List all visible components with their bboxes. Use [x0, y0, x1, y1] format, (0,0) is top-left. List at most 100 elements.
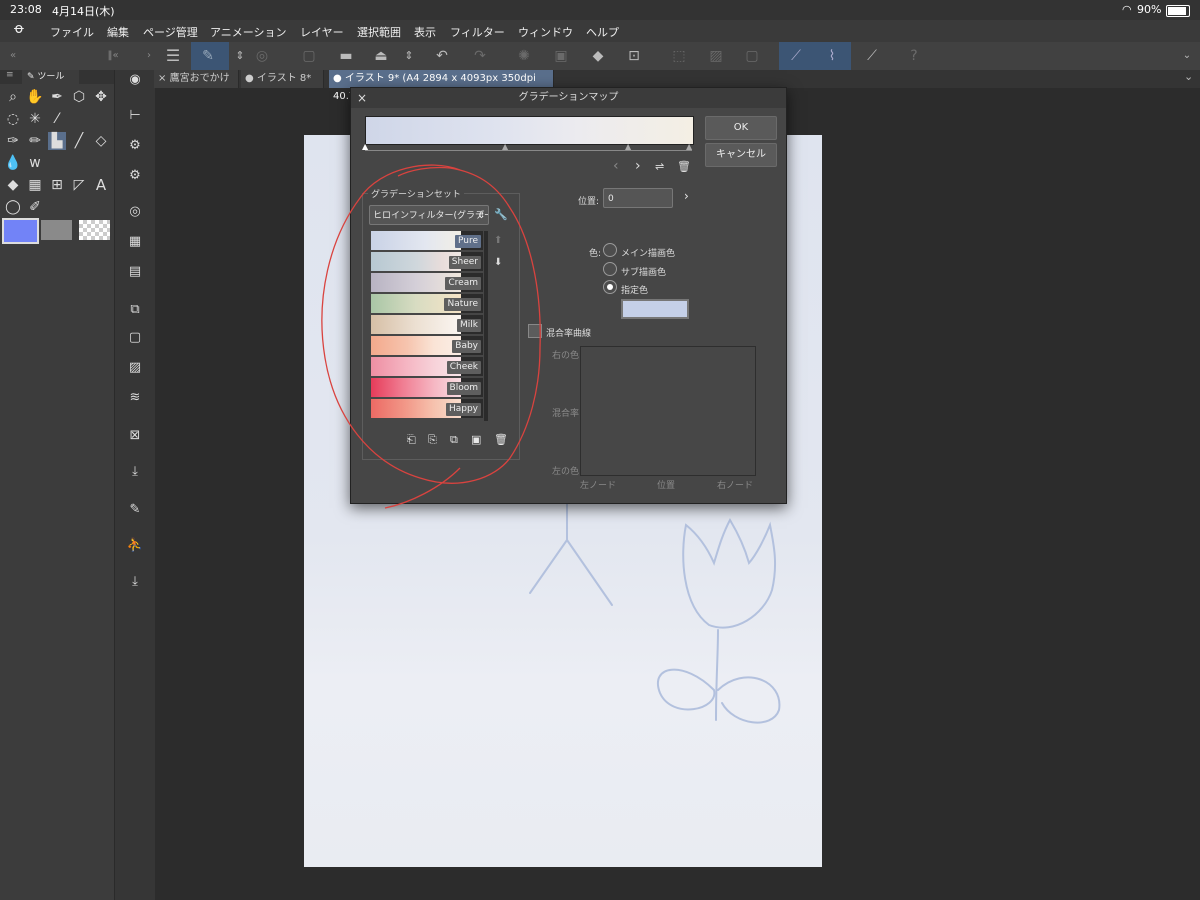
fill-icon[interactable]: ◆ [589, 47, 607, 65]
history-icon[interactable]: ▤ [125, 262, 145, 282]
ruler-icon[interactable]: ⟋ [863, 47, 881, 65]
eraser-icon[interactable]: ◇ [92, 132, 110, 150]
text-icon[interactable]: A [92, 176, 110, 194]
tool-property-icon[interactable]: ⚙ [125, 136, 145, 156]
radio-main-color[interactable] [603, 243, 617, 257]
radio-specified-color[interactable] [603, 280, 617, 294]
trash-icon[interactable]: 🗑 [677, 160, 691, 173]
menu-page[interactable]: ページ管理 [143, 24, 198, 40]
chevron-down-icon[interactable]: ⌄ [1184, 70, 1193, 83]
gradient-node-track[interactable]: ▲ ▲ ▲ ▲ [362, 142, 692, 151]
tool-tab[interactable]: ✎ ツール [22, 70, 79, 84]
next-node-icon[interactable]: › [635, 158, 641, 174]
tab-document-2[interactable]: ● イラスト 8* [241, 70, 324, 88]
pen-nib-icon[interactable]: ✒ [48, 88, 66, 106]
balloon-icon[interactable]: ◯ [4, 198, 22, 216]
hand-icon[interactable]: ✋ [26, 88, 44, 106]
tab-document-1[interactable]: × 鷹宮おでかけ [154, 70, 239, 88]
brush-size-icon[interactable]: ⚙ [125, 166, 145, 186]
import-icon[interactable]: ⤓ [125, 462, 145, 482]
flip-icon[interactable]: ⇌ [655, 160, 664, 173]
ok-button[interactable]: OK [705, 116, 777, 140]
left-node-marker[interactable]: ▲ [362, 142, 368, 151]
layer-search-icon[interactable]: ▢ [125, 328, 145, 348]
navigator-icon[interactable]: ◉ [125, 70, 145, 90]
eyedropper-icon[interactable]: ⁄ [48, 110, 66, 128]
frame-icon[interactable]: ⊞ [48, 176, 66, 194]
save-icon[interactable]: ⏏ [372, 47, 390, 65]
ruler-snap-icon[interactable]: ⟋ [787, 47, 805, 65]
color-wheel-icon[interactable]: ◎ [125, 202, 145, 222]
move-icon[interactable]: ✥ [92, 88, 110, 106]
chevron-right-icon[interactable]: › [684, 189, 689, 203]
fill-bucket-icon[interactable]: ◆ [4, 176, 22, 194]
object-icon[interactable]: ⬡ [70, 88, 88, 106]
help-bubble-icon[interactable]: ? [905, 47, 923, 65]
blend-curve-graph[interactable] [580, 346, 756, 476]
selection-icon[interactable]: ▢ [743, 47, 761, 65]
brush-snap-icon[interactable]: ⌇ [823, 47, 841, 65]
node-marker[interactable]: ▲ [625, 142, 631, 151]
menu-window[interactable]: ウィンドウ [518, 24, 573, 40]
pen-icon[interactable]: ✑ [4, 132, 22, 150]
menu-animation[interactable]: アニメーション [210, 24, 287, 40]
menu-layer[interactable]: レイヤー [300, 24, 344, 40]
expand-icon[interactable]: › [140, 47, 158, 65]
material-icon[interactable]: ▨ [125, 358, 145, 378]
correction-icon[interactable]: ✐ [26, 198, 44, 216]
deselect-icon[interactable]: ⬚ [670, 47, 688, 65]
color-set-icon[interactable]: ▦ [125, 232, 145, 252]
line-icon[interactable]: ╱ [70, 132, 88, 150]
palette-dock-icon[interactable]: ‖« [104, 47, 122, 65]
menu-view[interactable]: 表示 [414, 24, 436, 40]
main-color-swatch[interactable] [2, 218, 39, 244]
gradient-icon[interactable]: ▦ [26, 176, 44, 194]
menu-edit[interactable]: 編集 [107, 24, 129, 40]
transparent-color-swatch[interactable] [79, 220, 110, 240]
brush-tool-icon[interactable]: ▙ [48, 132, 66, 150]
prev-node-icon[interactable]: ‹ [613, 158, 619, 174]
new-file-icon[interactable]: ▢ [300, 47, 318, 65]
right-node-marker[interactable]: ▲ [686, 142, 692, 151]
close-icon[interactable]: × [158, 73, 166, 84]
layer-icon[interactable]: ≋ [125, 388, 145, 408]
chevron-updown-icon[interactable]: ⇕ [400, 47, 418, 65]
app-logo-icon[interactable]: ꝋ [14, 21, 24, 37]
ruler-tool-icon[interactable]: ◸ [70, 176, 88, 194]
chevron-down-icon[interactable]: ⌄ [1178, 47, 1196, 65]
cancel-button[interactable]: キャンセル [705, 143, 777, 167]
collapse-left-icon[interactable]: « [4, 47, 22, 65]
menu-filter[interactable]: フィルター [450, 24, 505, 40]
export-edit-icon[interactable]: ✎ [125, 500, 145, 520]
layer-property-icon[interactable]: ⧉ [125, 300, 145, 320]
panel-icon[interactable]: ◎ [253, 47, 271, 65]
open-folder-icon[interactable]: ▬ [337, 47, 355, 65]
redo-icon[interactable]: ↷ [471, 47, 489, 65]
menu-file[interactable]: ファイル [50, 24, 94, 40]
invert-selection-icon[interactable]: ▨ [707, 47, 725, 65]
zoom-icon[interactable]: ⌕ [4, 88, 22, 106]
grass-icon[interactable]: ᴡ [26, 154, 44, 172]
pencil-icon[interactable]: ✏ [26, 132, 44, 150]
menu-selection[interactable]: 選択範囲 [357, 24, 401, 40]
hamburger-menu-icon[interactable]: ☰ [164, 47, 182, 65]
specified-color-swatch[interactable] [621, 299, 689, 319]
edit-sheet-icon[interactable]: ✎ [199, 47, 217, 65]
gradient-preview-bar[interactable] [365, 116, 694, 145]
sub-tool-icon[interactable]: ⊢ [125, 106, 145, 126]
download-icon[interactable]: ⤓ [125, 572, 145, 592]
blend-icon[interactable]: 💧 [4, 154, 22, 172]
radio-sub-color[interactable] [603, 262, 617, 276]
tab-document-3[interactable]: ● イラスト 9* (A4 2894 x 4093px 350dpi 40.7%… [329, 70, 554, 102]
magic-wand-icon[interactable]: ✳ [26, 110, 44, 128]
undo-icon[interactable]: ↶ [433, 47, 451, 65]
lasso-icon[interactable]: ◌ [4, 110, 22, 128]
node-marker[interactable]: ▲ [502, 142, 508, 151]
menu-help[interactable]: ヘルプ [586, 24, 619, 40]
figure-icon[interactable]: ⛹ [125, 536, 145, 556]
close-panel-icon[interactable]: ⊠ [125, 426, 145, 446]
close-icon[interactable]: × [357, 88, 367, 108]
position-input[interactable]: 0 [603, 188, 673, 208]
sub-color-swatch[interactable] [41, 220, 72, 240]
transform-icon[interactable]: ⊡ [625, 47, 643, 65]
